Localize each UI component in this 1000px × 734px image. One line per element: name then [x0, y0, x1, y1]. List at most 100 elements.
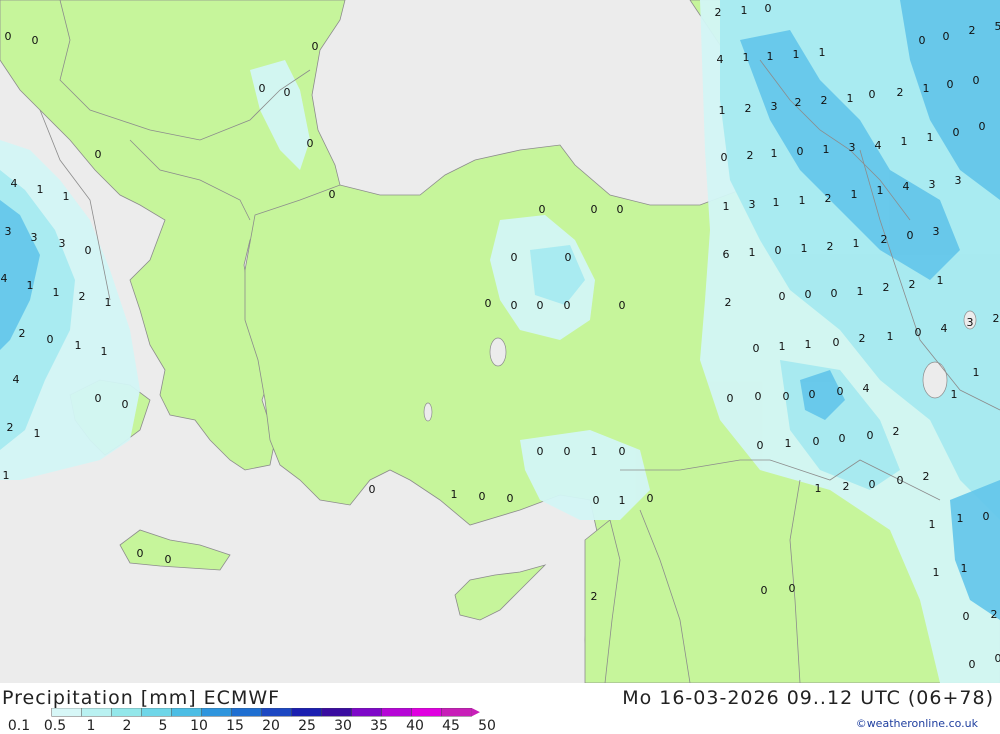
precip-value-label: 0 [511, 251, 518, 264]
precip-value-label: 0 [979, 120, 986, 133]
precip-value-label: 2 [909, 278, 916, 291]
legend-color-step [382, 708, 412, 716]
precip-value-label: 5 [995, 20, 1000, 33]
precip-value-label: 2 [715, 6, 722, 19]
precip-value-label: 1 [901, 135, 908, 148]
precip-value-label: 0 [539, 203, 546, 216]
credit-text[interactable]: ©weatheronline.co.uk [856, 717, 978, 730]
precip-value-label: 2 [993, 312, 1000, 325]
precip-value-label: 2 [725, 296, 732, 309]
legend-color-step [352, 708, 382, 716]
precip-value-label: 1 [619, 494, 626, 507]
legend-arrow [472, 708, 480, 716]
legend-color-step [142, 708, 172, 716]
precip-value-label: 0 [839, 432, 846, 445]
precip-value-label: 0 [284, 86, 291, 99]
precip-value-label: 1 [723, 200, 730, 213]
legend-color-step [232, 708, 262, 716]
precip-value-label: 3 [933, 225, 940, 238]
precip-value-label: 1 [933, 566, 940, 579]
precip-value-label: 2 [745, 102, 752, 115]
legend-tick-label: 15 [226, 718, 244, 734]
legend-color-step [442, 708, 472, 716]
precip-value-label: 0 [755, 390, 762, 403]
precip-value-label: 4 [717, 53, 724, 66]
precip-value-label: 2 [825, 192, 832, 205]
precip-value-label: 0 [5, 30, 12, 43]
precip-value-label: 3 [849, 141, 856, 154]
precip-value-label: 1 [591, 445, 598, 458]
precip-value-label: 0 [564, 445, 571, 458]
precip-value-label: 0 [137, 547, 144, 560]
legend-tick-label: 40 [406, 718, 424, 734]
precip-value-label: 2 [881, 233, 888, 246]
precip-value-label: 1 [973, 366, 980, 379]
precip-value-label: 2 [897, 86, 904, 99]
precip-value-label: 4 [903, 180, 910, 193]
precip-value-label: 0 [797, 145, 804, 158]
precip-value-label: 3 [749, 198, 756, 211]
precip-value-label: 0 [907, 229, 914, 242]
precip-value-label: 0 [983, 510, 990, 523]
precip-value-label: 0 [831, 287, 838, 300]
precip-value-label: 1 [451, 488, 458, 501]
precip-value-label: 0 [369, 483, 376, 496]
precip-value-label: 0 [32, 34, 39, 47]
precipitation-map[interactable]: 0 0 0 0 0 0 0 0 4 1 1 3 3 3 0 4 1 1 2 1 2 0 1 1 4 0 0 2 1 1 0 0 0 0 0 0 0 0 0 0… [0, 0, 1000, 683]
precip-value-label: 0 [95, 392, 102, 405]
precip-value-label: 4 [941, 322, 948, 335]
precip-value-label: 2 [827, 240, 834, 253]
legend-tick-label: 35 [370, 718, 388, 734]
precip-value-label: 0 [593, 494, 600, 507]
precip-value-label: 2 [795, 96, 802, 109]
precip-value-label: 2 [79, 290, 86, 303]
lake-van [923, 362, 947, 398]
precip-value-label: 3 [59, 237, 66, 250]
precip-value-label: 0 [805, 288, 812, 301]
precip-value-label: 1 [805, 338, 812, 351]
precip-value-label: 2 [893, 425, 900, 438]
precip-value-label: 1 [771, 147, 778, 160]
precip-value-label: 1 [767, 50, 774, 63]
precip-value-label: 1 [785, 437, 792, 450]
precip-value-label: 0 [122, 398, 129, 411]
legend-color-step [412, 708, 442, 716]
precip-value-label: 1 [799, 194, 806, 207]
precip-value-label: 0 [953, 126, 960, 139]
precip-value-label: 0 [947, 78, 954, 91]
precip-value-label: 0 [619, 445, 626, 458]
precip-value-label: 1 [951, 388, 958, 401]
precip-value-label: 0 [869, 88, 876, 101]
legend-tick-label: 30 [334, 718, 352, 734]
precip-value-label: 0 [833, 336, 840, 349]
precip-value-label: 2 [821, 94, 828, 107]
precip-value-label: 4 [11, 177, 18, 190]
precip-value-label: 0 [789, 582, 796, 595]
precip-value-label: 2 [7, 421, 14, 434]
precip-value-label: 0 [775, 244, 782, 257]
precip-value-label: 1 [815, 482, 822, 495]
precip-value-label: 1 [851, 188, 858, 201]
valid-time: Mo 16-03-2026 09..12 UTC (06+78) [622, 687, 994, 709]
precip-value-label: 0 [165, 553, 172, 566]
precip-value-label: 1 [819, 46, 826, 59]
precip-value-label: 0 [617, 203, 624, 216]
precip-value-label: 1 [743, 51, 750, 64]
legend-color-step [202, 708, 232, 716]
legend-color-step [112, 708, 142, 716]
precip-value-label: 0 [485, 297, 492, 310]
precip-value-label: 0 [95, 148, 102, 161]
precip-value-label: 3 [955, 174, 962, 187]
precip-value-label: 1 [857, 285, 864, 298]
precip-value-label: 1 [793, 48, 800, 61]
precip-value-label: 2 [591, 590, 598, 603]
precip-value-label: 4 [13, 373, 20, 386]
precip-value-label: 1 [937, 274, 944, 287]
precip-value-label: 2 [883, 281, 890, 294]
legend-tick-label: 20 [262, 718, 280, 734]
legend-tick-label: 2 [123, 718, 132, 734]
precip-value-label: 1 [63, 190, 70, 203]
precip-value-label: 0 [837, 385, 844, 398]
precip-value-label: 2 [843, 480, 850, 493]
precip-value-label: 0 [943, 30, 950, 43]
